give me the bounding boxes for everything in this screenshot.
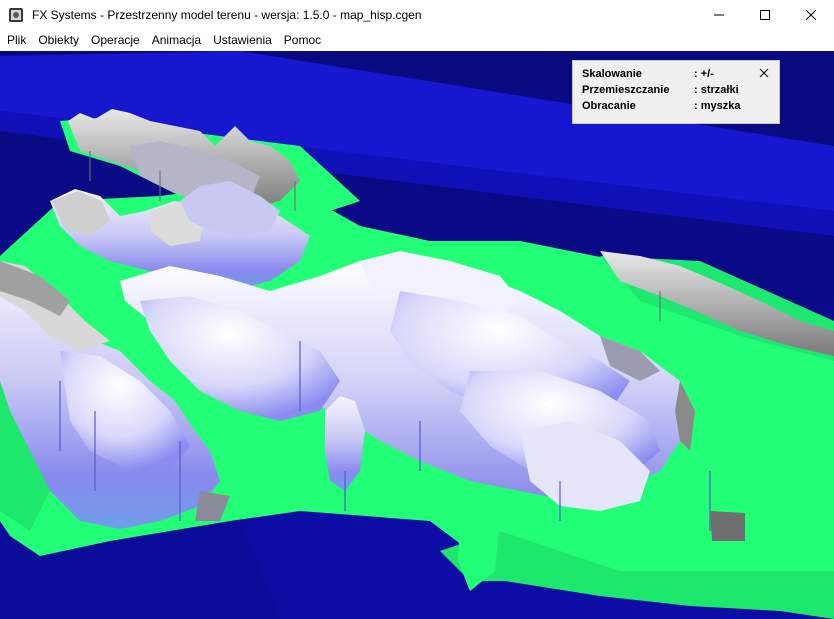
info-key: Przemieszczanie <box>582 84 670 96</box>
app-icon[interactable] <box>8 7 24 23</box>
info-row-movement: Przemieszczanie : strzałki <box>582 83 739 98</box>
title-bar[interactable]: FX Systems - Przestrzenny model terenu -… <box>0 0 834 30</box>
info-value: : myszka <box>694 100 741 112</box>
info-row-scaling: Skalowanie : +/- <box>582 67 714 82</box>
info-value: : strzałki <box>694 84 739 96</box>
close-icon <box>806 10 816 20</box>
close-icon[interactable] <box>758 67 770 79</box>
window-title: FX Systems - Przestrzenny model terenu -… <box>32 8 422 22</box>
minimize-button[interactable] <box>696 0 742 30</box>
menu-plik[interactable]: Plik <box>0 30 32 51</box>
maximize-icon <box>760 10 770 20</box>
menu-obiekty[interactable]: Obiekty <box>32 30 85 51</box>
menu-animacja[interactable]: Animacja <box>146 30 207 51</box>
minimize-icon <box>714 14 724 16</box>
menu-pomoc[interactable]: Pomoc <box>278 30 327 51</box>
terrain-render <box>0 51 834 619</box>
menu-operacje[interactable]: Operacje <box>85 30 146 51</box>
menu-bar: Plik Obiekty Operacje Animacja Ustawieni… <box>0 30 834 51</box>
info-row-rotation: Obracanie : myszka <box>582 99 740 114</box>
info-key: Obracanie <box>582 100 636 112</box>
terrain-3d-viewport[interactable]: Skalowanie : +/- Przemieszczanie : strza… <box>0 51 834 619</box>
maximize-button[interactable] <box>742 0 788 30</box>
close-button[interactable] <box>788 0 834 30</box>
menu-ustawienia[interactable]: Ustawienia <box>207 30 278 51</box>
controls-info-panel: Skalowanie : +/- Przemieszczanie : strza… <box>572 60 780 124</box>
window-controls <box>696 0 834 30</box>
info-value: : +/- <box>694 68 714 80</box>
info-key: Skalowanie <box>582 68 642 80</box>
